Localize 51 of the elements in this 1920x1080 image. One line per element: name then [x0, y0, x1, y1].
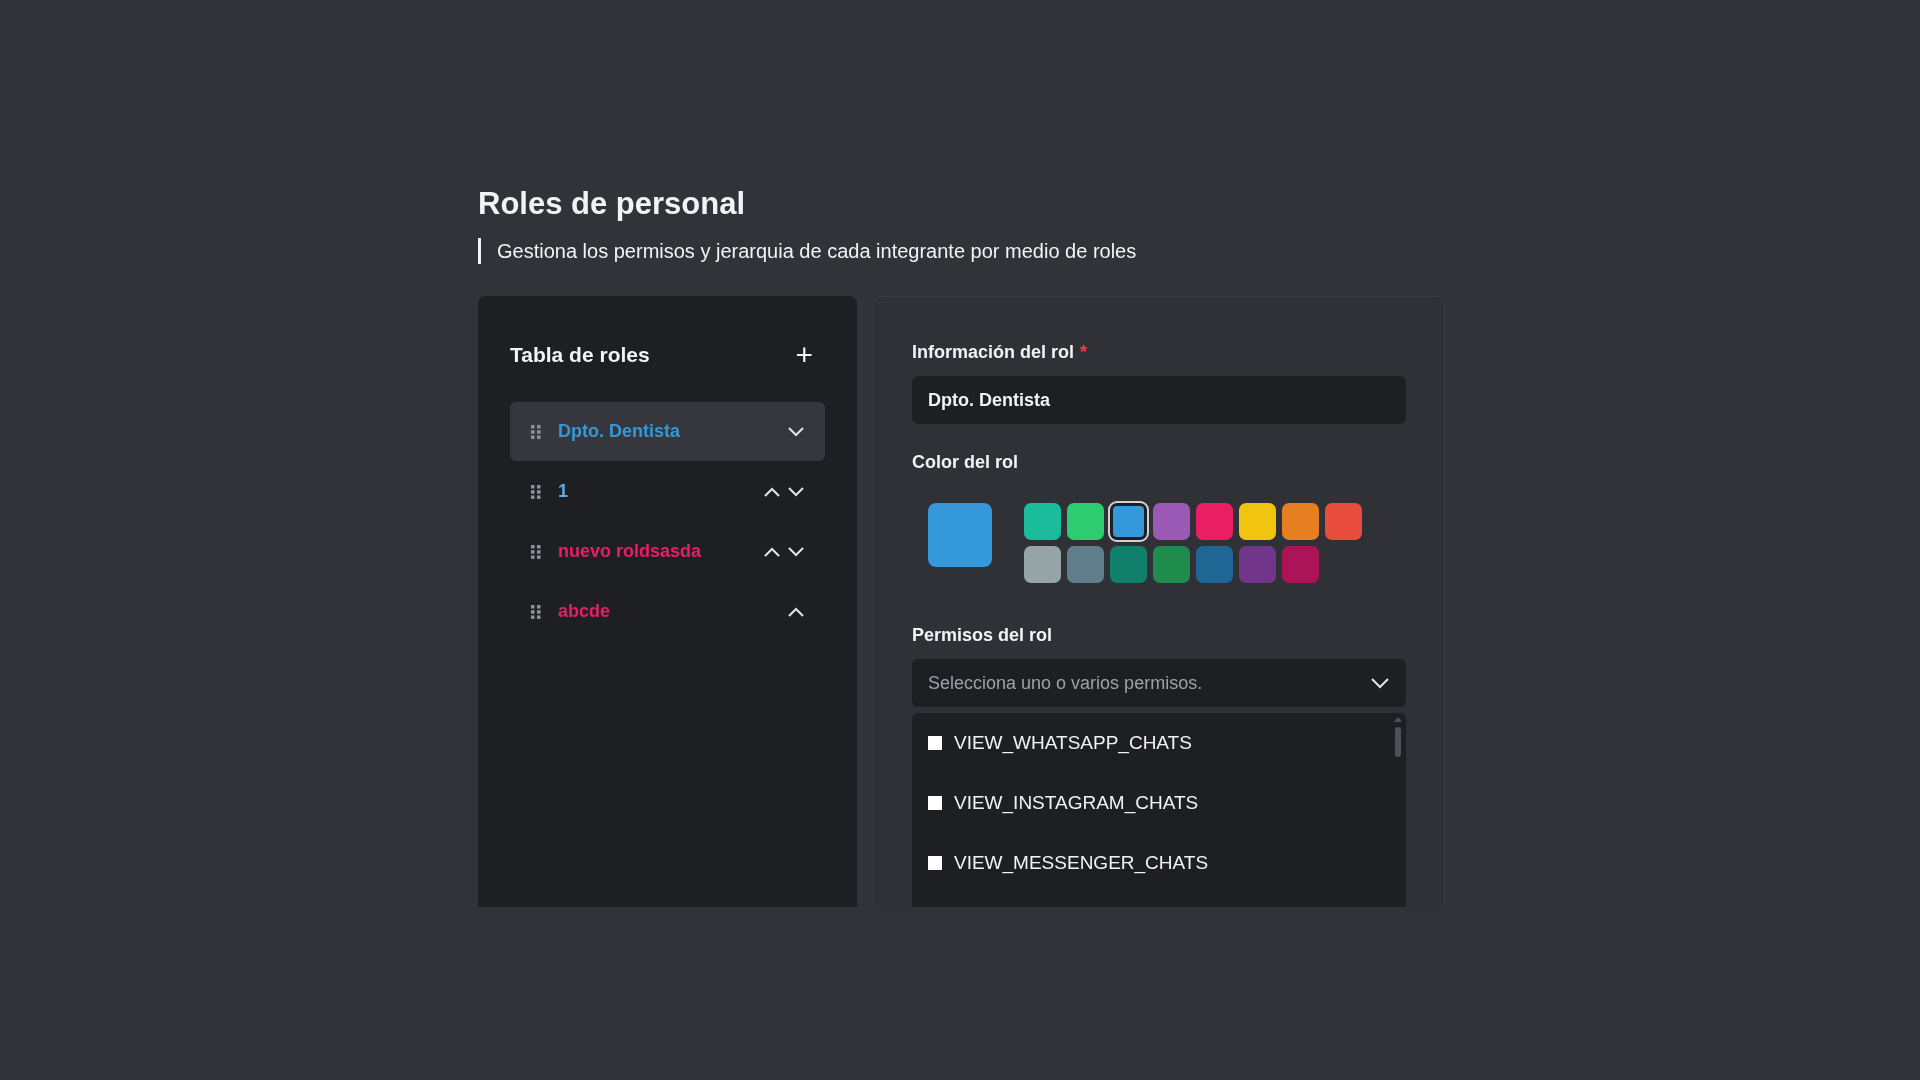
- chevron-up-icon[interactable]: [763, 545, 781, 558]
- checkbox[interactable]: [928, 856, 942, 870]
- permission-label: VIEW_WHATSAPP_CHATS: [954, 732, 1192, 754]
- color-swatch[interactable]: [1110, 546, 1147, 583]
- role-name-field[interactable]: Dpto. Dentista: [912, 376, 1406, 424]
- chevron-up-icon[interactable]: [763, 485, 781, 498]
- chevron-down-icon: [1370, 677, 1390, 689]
- color-swatch[interactable]: [1239, 546, 1276, 583]
- color-preview: [928, 503, 992, 567]
- role-name: nuevo roldsasda: [558, 541, 703, 562]
- required-mark: *: [1080, 342, 1088, 363]
- color-swatch[interactable]: [1196, 546, 1233, 583]
- color-swatch[interactable]: [1153, 503, 1190, 540]
- role-item[interactable]: abcde: [510, 582, 825, 641]
- permission-label: VIEW_INSTAGRAM_CHATS: [954, 792, 1199, 814]
- add-role-button[interactable]: +: [795, 340, 825, 370]
- role-item[interactable]: Dpto. Dentista: [510, 402, 825, 461]
- role-item[interactable]: nuevo roldsasda: [510, 522, 825, 581]
- color-swatch[interactable]: [1153, 546, 1190, 583]
- chevron-down-icon[interactable]: [787, 545, 805, 558]
- color-swatch[interactable]: [1282, 546, 1319, 583]
- color-swatch[interactable]: [1067, 503, 1104, 540]
- permissions-label: Permisos del rol: [912, 625, 1053, 646]
- chevron-down-icon[interactable]: [787, 485, 805, 498]
- role-item[interactable]: 1: [510, 462, 825, 521]
- page-title: Roles de personal: [478, 186, 747, 223]
- permission-label: VIEW_MESSENGER_CHATS: [954, 852, 1209, 874]
- color-swatch[interactable]: [1067, 546, 1104, 583]
- color-swatch[interactable]: [1024, 503, 1061, 540]
- permissions-select[interactable]: Selecciona uno o varios permisos.: [912, 659, 1406, 707]
- role-info-label: Información del rol: [912, 342, 1075, 363]
- color-swatch[interactable]: [1196, 503, 1233, 540]
- page-subtitle: Gestiona los permisos y jerarquia de cada integrante por medio de roles: [478, 238, 1445, 264]
- checkbox[interactable]: [928, 796, 942, 810]
- drag-handle-icon[interactable]: [530, 483, 542, 500]
- drag-handle-icon[interactable]: [530, 603, 542, 620]
- color-swatch[interactable]: [1325, 503, 1362, 540]
- color-swatch[interactable]: [1239, 503, 1276, 540]
- role-name: Dpto. Dentista: [558, 421, 681, 442]
- drag-handle-icon[interactable]: [530, 543, 542, 560]
- color-swatch[interactable]: [1024, 546, 1061, 583]
- role-name: abcde: [558, 601, 612, 622]
- checkbox[interactable]: [928, 736, 942, 750]
- color-swatch[interactable]: [1110, 503, 1147, 540]
- roles-table-title: Tabla de roles: [510, 343, 650, 367]
- role-name: 1: [558, 481, 569, 502]
- chevron-up-icon[interactable]: [787, 605, 805, 618]
- drag-handle-icon[interactable]: [530, 423, 542, 440]
- color-swatch[interactable]: [1282, 503, 1319, 540]
- role-color-label: Color del rol: [912, 452, 1018, 473]
- chevron-down-icon[interactable]: [787, 425, 805, 438]
